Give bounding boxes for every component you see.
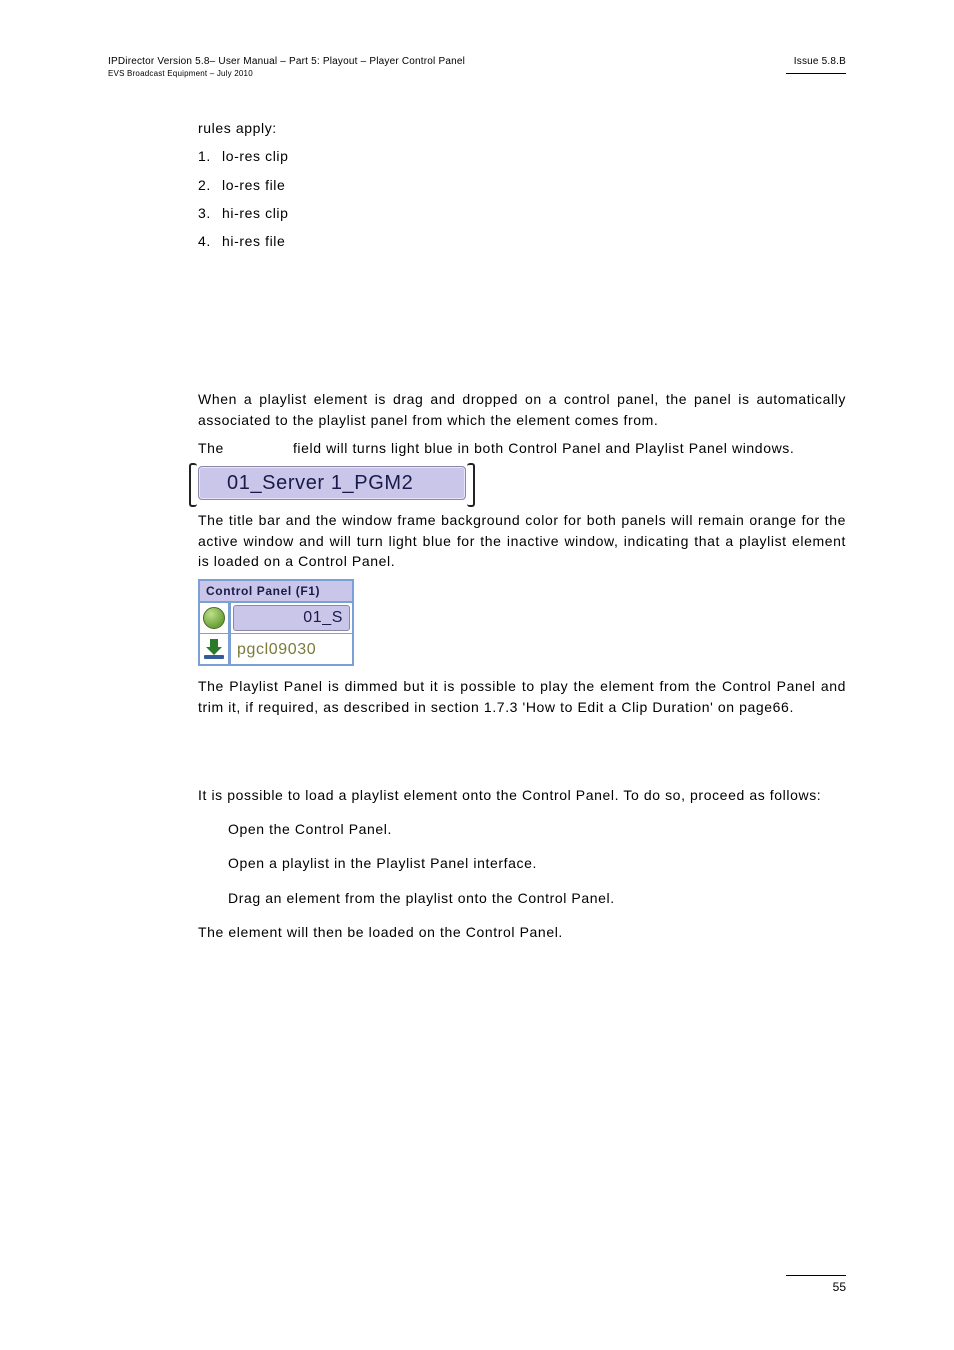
paragraph-1: When a playlist element is drag and drop… — [198, 389, 846, 430]
rule-num: 1. — [198, 146, 222, 166]
paragraph-5: It is possible to load a playlist elemen… — [198, 785, 846, 805]
rule-text: hi-res file — [222, 233, 285, 249]
download-icon — [204, 639, 224, 659]
control-panel-illustration: Control Panel (F1) 01_S pgcl09030 — [198, 579, 354, 666]
step-1: Open the Control Panel. — [228, 819, 846, 839]
rule-text: lo-res clip — [222, 148, 289, 164]
rule-item-1: 1.lo-res clip — [198, 146, 846, 166]
panel-icon-cell — [200, 603, 231, 633]
page: IPDirector Version 5.8– User Manual – Pa… — [0, 0, 954, 1350]
para2-a: The — [198, 440, 224, 456]
panel-icon-cell — [200, 634, 231, 664]
rule-num: 4. — [198, 231, 222, 251]
doc-subtitle: EVS Broadcast Equipment – July 2010 — [108, 69, 465, 78]
rule-text: hi-res clip — [222, 205, 289, 221]
paragraph-3: The title bar and the window frame backg… — [198, 510, 846, 571]
bracket-left-icon — [189, 463, 197, 507]
globe-icon — [203, 607, 225, 629]
rule-text: lo-res file — [222, 177, 285, 193]
header-rule — [786, 73, 846, 74]
paragraph-6: The element will then be loaded on the C… — [198, 922, 846, 942]
spacer — [198, 259, 846, 389]
spacer — [198, 725, 846, 785]
footer-rule — [786, 1275, 846, 1276]
step-3: Drag an element from the playlist onto t… — [228, 888, 846, 908]
panel-titlebar: Control Panel (F1) — [200, 581, 352, 602]
rules-intro: rules apply: — [198, 118, 846, 138]
page-footer: 55 — [786, 1275, 846, 1294]
steps-list: Open the Control Panel. Open a playlist … — [198, 819, 846, 908]
header-left: IPDirector Version 5.8– User Manual – Pa… — [108, 56, 465, 78]
page-header: IPDirector Version 5.8– User Manual – Pa… — [108, 56, 846, 78]
rule-item-3: 3.hi-res clip — [198, 203, 846, 223]
doc-title: IPDirector Version 5.8– User Manual – Pa… — [108, 56, 465, 67]
bracket-right-icon — [467, 463, 475, 507]
page-number: 55 — [786, 1280, 846, 1294]
header-right: Issue 5.8.B — [786, 56, 846, 74]
rule-num: 2. — [198, 175, 222, 195]
para2-b: field will turns light blue in both Cont… — [293, 440, 794, 456]
panel-row2-text: pgcl09030 — [231, 638, 352, 661]
issue-label: Issue 5.8.B — [786, 56, 846, 67]
rule-item-2: 2.lo-res file — [198, 175, 846, 195]
panel-row1-text: 01_S — [233, 605, 350, 631]
rule-num: 3. — [198, 203, 222, 223]
step-2: Open a playlist in the Playlist Panel in… — [228, 853, 846, 873]
paragraph-2: The field will turns light blue in both … — [198, 438, 846, 458]
paragraph-4: The Playlist Panel is dimmed but it is p… — [198, 676, 846, 717]
rules-list: 1.lo-res clip 2.lo-res file 3.hi-res cli… — [198, 146, 846, 251]
channel-field-illustration: 01_Server 1_PGM2 — [198, 466, 846, 500]
panel-row-1: 01_S — [200, 602, 352, 633]
rule-item-4: 4.hi-res file — [198, 231, 846, 251]
channel-field: 01_Server 1_PGM2 — [198, 466, 466, 500]
panel-row-2: pgcl09030 — [200, 633, 352, 664]
content: rules apply: 1.lo-res clip 2.lo-res file… — [198, 118, 846, 942]
channel-field-text: 01_Server 1_PGM2 — [199, 469, 413, 498]
